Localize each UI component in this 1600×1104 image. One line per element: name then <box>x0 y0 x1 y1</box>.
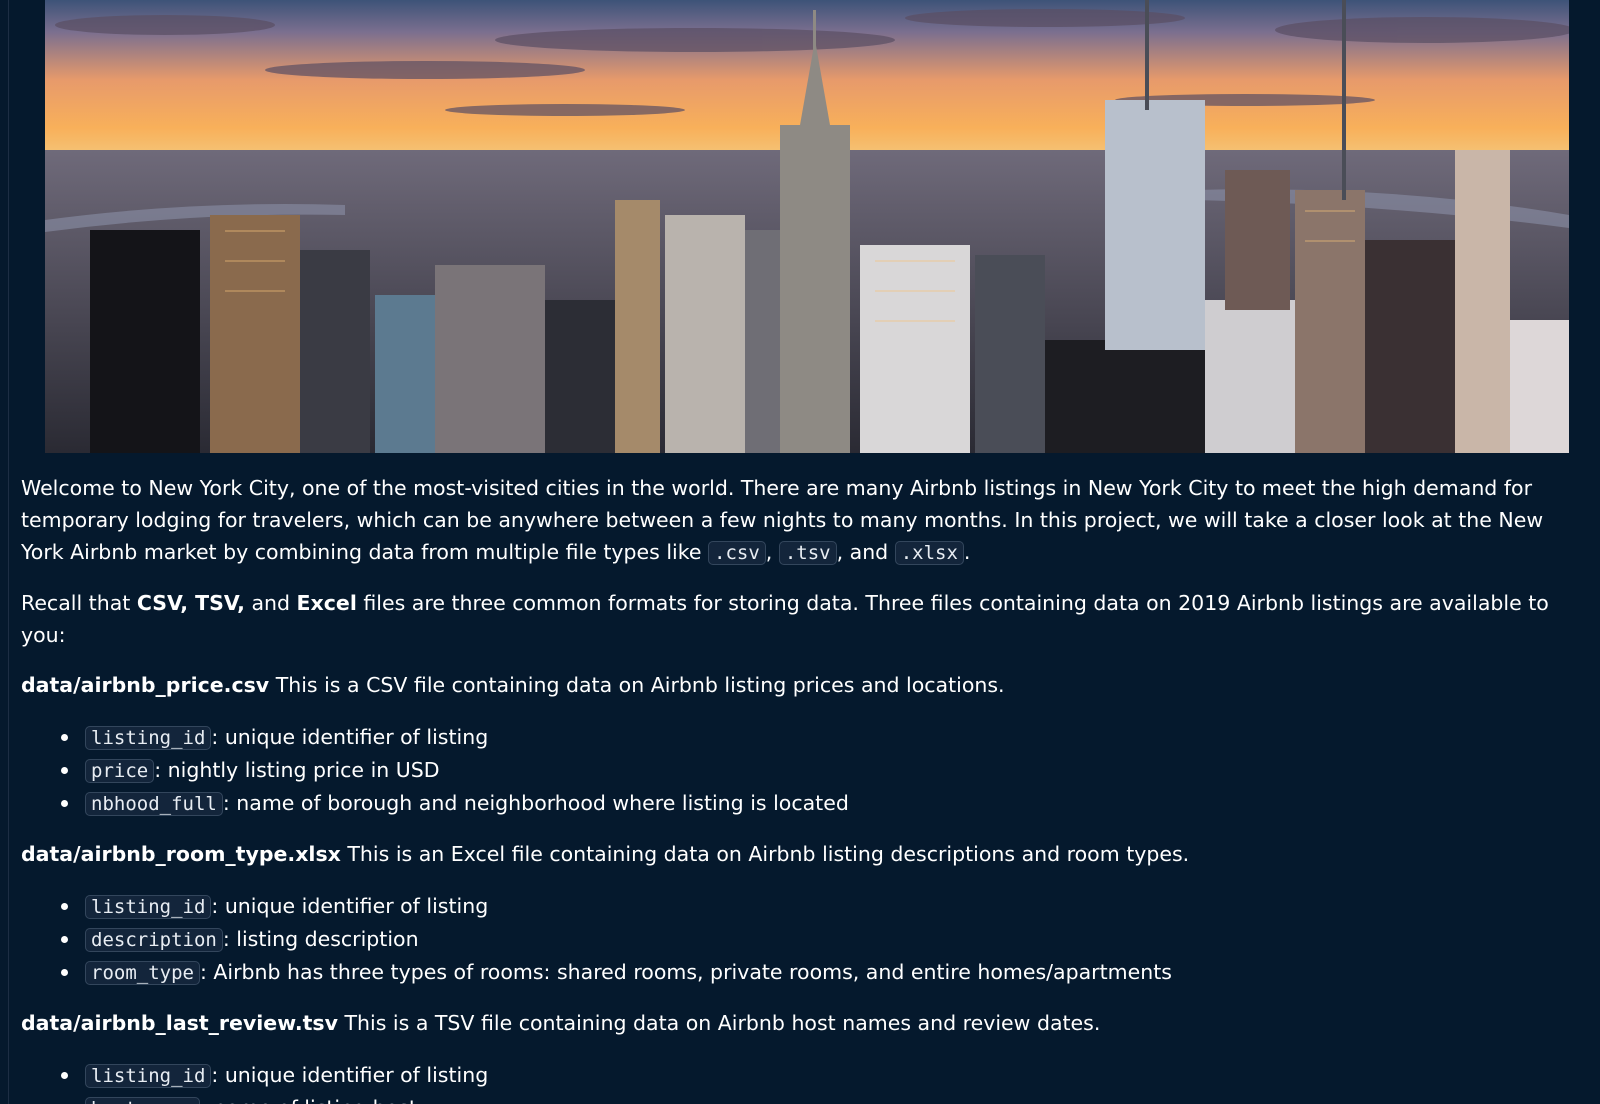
nyc-skyline-image <box>45 0 1569 453</box>
list-item: description: listing description <box>61 923 1581 956</box>
list-item: listing_id: unique identifier of listing <box>61 721 1581 754</box>
code-csv: .csv <box>708 541 766 565</box>
file-heading-last-review: data/airbnb_last_review.tsv This is a TS… <box>21 1011 1101 1035</box>
file-heading-room-type: data/airbnb_room_type.xlsx This is an Ex… <box>21 842 1190 866</box>
column-list-last-review: listing_id: unique identifier of listing… <box>21 1059 1581 1104</box>
file-name: data/airbnb_last_review.tsv <box>21 1011 338 1035</box>
list-item: nbhood_full: name of borough and neighbo… <box>61 787 1581 820</box>
column-list-price: listing_id: unique identifier of listing… <box>21 721 1581 820</box>
code-tsv: .tsv <box>778 541 837 565</box>
list-item: price: nightly listing price in USD <box>61 754 1581 787</box>
list-item: listing_id: unique identifier of listing <box>61 1059 1581 1092</box>
recall-paragraph: Recall that CSV, TSV, and Excel files ar… <box>21 591 1549 647</box>
column-list-room-type: listing_id: unique identifier of listing… <box>21 890 1581 989</box>
list-item: room_type: Airbnb has three types of roo… <box>61 956 1581 989</box>
file-name: data/airbnb_room_type.xlsx <box>21 842 341 866</box>
list-item: host_name: name of listing host <box>85 1092 1581 1104</box>
markdown-content: Welcome to New York City, one of the mos… <box>21 472 1581 1104</box>
code-xlsx: .xlsx <box>894 541 964 565</box>
notebook-left-rail <box>0 0 9 1104</box>
list-item: listing_id: unique identifier of listing <box>61 890 1581 923</box>
intro-paragraph: Welcome to New York City, one of the mos… <box>21 476 1544 565</box>
file-heading-price: data/airbnb_price.csv This is a CSV file… <box>21 673 1005 697</box>
file-name: data/airbnb_price.csv <box>21 673 270 697</box>
